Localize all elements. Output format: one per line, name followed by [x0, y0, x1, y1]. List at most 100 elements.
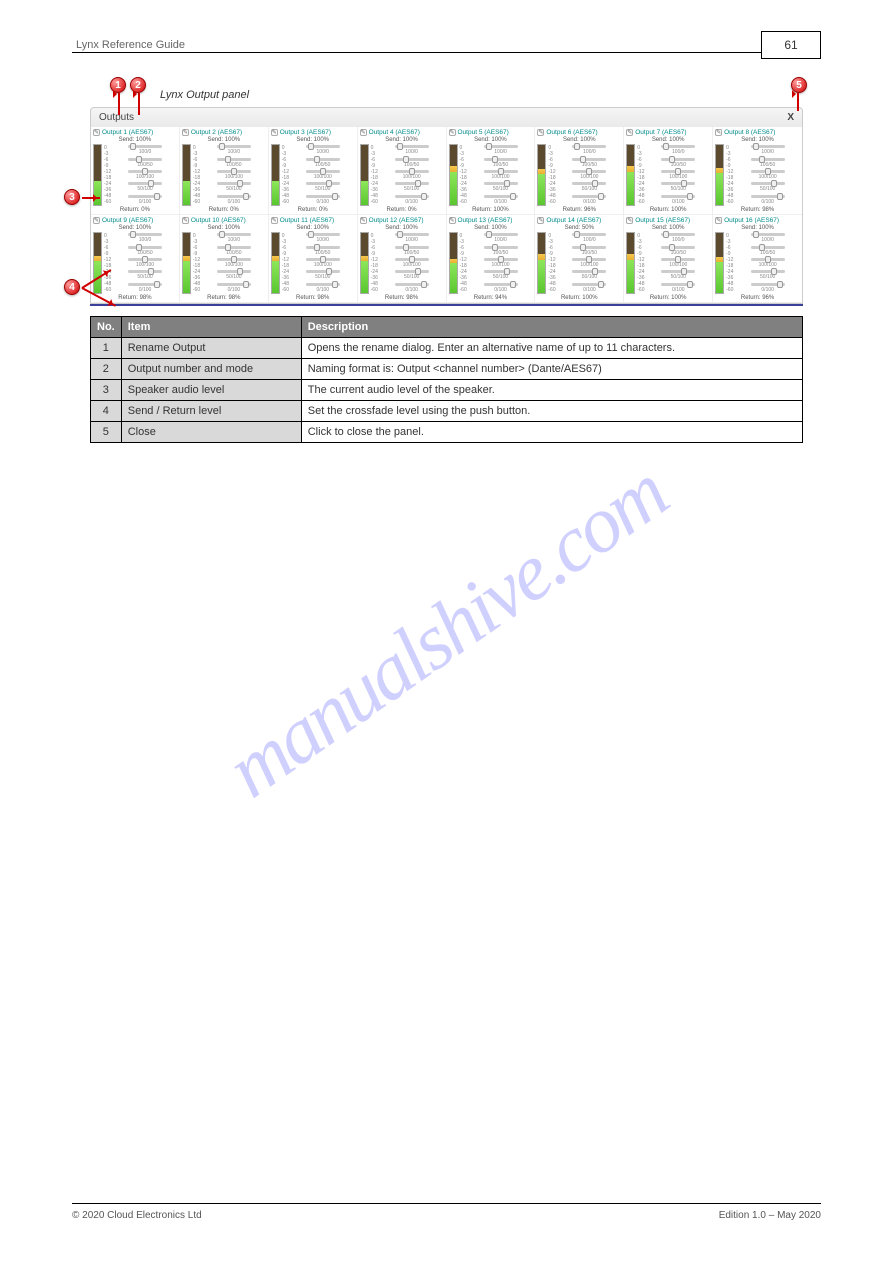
crossfade-slider[interactable]: 0/100	[749, 283, 787, 293]
crossfade-slider[interactable]: 100/0	[749, 145, 787, 155]
crossfade-slider[interactable]: 50/100	[126, 182, 164, 192]
crossfade-slider[interactable]: 50/100	[749, 270, 787, 280]
crossfade-slider[interactable]: 100/0	[126, 145, 164, 155]
crossfade-slider[interactable]: 0/100	[570, 283, 608, 293]
crossfade-slider[interactable]: 0/100	[749, 195, 787, 205]
crossfade-slider[interactable]: 100/100	[304, 258, 342, 268]
crossfade-slider[interactable]: 100/0	[126, 233, 164, 243]
crossfade-slider[interactable]: 100/100	[393, 258, 431, 268]
crossfade-slider[interactable]: 0/100	[215, 283, 253, 293]
crossfade-slider[interactable]: 100/50	[749, 158, 787, 168]
crossfade-slider[interactable]: 100/0	[393, 233, 431, 243]
crossfade-slider[interactable]: 50/100	[215, 270, 253, 280]
crossfade-slider[interactable]: 0/100	[126, 283, 164, 293]
crossfade-slider[interactable]: 100/0	[215, 145, 253, 155]
crossfade-slider[interactable]: 100/100	[749, 258, 787, 268]
crossfade-slider[interactable]: 100/50	[126, 158, 164, 168]
crossfade-slider[interactable]: 50/100	[570, 182, 608, 192]
crossfade-slider[interactable]: 50/100	[659, 270, 697, 280]
crossfade-slider[interactable]: 100/0	[482, 233, 520, 243]
rename-output-icon[interactable]	[715, 129, 722, 136]
crossfade-slider[interactable]: 100/50	[659, 246, 697, 256]
crossfade-slider[interactable]: 100/100	[659, 170, 697, 180]
crossfade-slider[interactable]: 100/50	[393, 158, 431, 168]
crossfade-slider[interactable]: 100/50	[749, 246, 787, 256]
crossfade-slider[interactable]: 0/100	[659, 195, 697, 205]
crossfade-slider[interactable]: 100/50	[659, 158, 697, 168]
rename-output-icon[interactable]	[537, 217, 544, 224]
crossfade-slider[interactable]: 100/100	[482, 170, 520, 180]
crossfade-slider[interactable]: 100/100	[215, 258, 253, 268]
crossfade-slider[interactable]: 100/0	[482, 145, 520, 155]
crossfade-slider[interactable]: 100/50	[215, 246, 253, 256]
crossfade-slider[interactable]: 100/0	[659, 145, 697, 155]
rename-output-icon[interactable]	[93, 217, 100, 224]
rename-output-icon[interactable]	[449, 129, 456, 136]
crossfade-slider[interactable]: 0/100	[659, 283, 697, 293]
crossfade-slider[interactable]: 100/100	[570, 258, 608, 268]
rename-output-icon[interactable]	[93, 129, 100, 136]
crossfade-slider[interactable]: 100/100	[126, 258, 164, 268]
crossfade-slider[interactable]: 100/100	[393, 170, 431, 180]
crossfade-slider[interactable]: 100/100	[749, 170, 787, 180]
crossfade-slider[interactable]: 100/0	[659, 233, 697, 243]
crossfade-slider[interactable]: 100/100	[659, 258, 697, 268]
crossfade-slider[interactable]: 50/100	[304, 270, 342, 280]
crossfade-slider[interactable]: 100/0	[749, 233, 787, 243]
close-icon[interactable]: X	[787, 112, 794, 123]
crossfade-slider[interactable]: 50/100	[304, 182, 342, 192]
rename-output-icon[interactable]	[271, 217, 278, 224]
crossfade-slider[interactable]: 100/0	[393, 145, 431, 155]
crossfade-slider[interactable]: 100/100	[215, 170, 253, 180]
crossfade-slider[interactable]: 100/100	[570, 170, 608, 180]
crossfade-slider[interactable]: 0/100	[393, 283, 431, 293]
crossfade-slider[interactable]: 50/100	[482, 270, 520, 280]
rename-output-icon[interactable]	[626, 217, 633, 224]
crossfade-slider[interactable]: 50/100	[749, 182, 787, 192]
crossfade-slider[interactable]: 100/50	[126, 246, 164, 256]
crossfade-slider[interactable]: 100/100	[482, 258, 520, 268]
crossfade-slider[interactable]: 100/50	[570, 158, 608, 168]
crossfade-slider[interactable]: 50/100	[659, 182, 697, 192]
rename-output-icon[interactable]	[182, 129, 189, 136]
rename-output-icon[interactable]	[182, 217, 189, 224]
crossfade-slider[interactable]: 0/100	[215, 195, 253, 205]
crossfade-slider[interactable]: 50/100	[215, 182, 253, 192]
crossfade-slider[interactable]: 50/100	[570, 270, 608, 280]
rename-output-icon[interactable]	[360, 217, 367, 224]
crossfade-slider[interactable]: 100/50	[393, 246, 431, 256]
crossfade-slider[interactable]: 50/100	[393, 182, 431, 192]
crossfade-slider[interactable]: 0/100	[304, 195, 342, 205]
crossfade-slider[interactable]: 50/100	[482, 182, 520, 192]
output-return-label: Return: 0%	[182, 207, 266, 213]
rename-output-icon[interactable]	[449, 217, 456, 224]
crossfade-slider[interactable]: 100/50	[304, 158, 342, 168]
crossfade-slider[interactable]: 100/0	[304, 145, 342, 155]
rename-output-icon[interactable]	[626, 129, 633, 136]
crossfade-slider[interactable]: 100/0	[570, 145, 608, 155]
crossfade-slider[interactable]: 100/100	[304, 170, 342, 180]
crossfade-slider[interactable]: 0/100	[482, 195, 520, 205]
rename-output-icon[interactable]	[537, 129, 544, 136]
crossfade-slider[interactable]: 100/50	[570, 246, 608, 256]
crossfade-slider[interactable]: 100/0	[570, 233, 608, 243]
rename-output-icon[interactable]	[271, 129, 278, 136]
callout-description-table: No. Item Description 1Rename OutputOpens…	[90, 316, 803, 443]
crossfade-slider[interactable]: 100/50	[215, 158, 253, 168]
crossfade-slider[interactable]: 50/100	[393, 270, 431, 280]
crossfade-slider[interactable]: 100/50	[482, 158, 520, 168]
crossfade-slider[interactable]: 0/100	[126, 195, 164, 205]
rename-output-icon[interactable]	[360, 129, 367, 136]
crossfade-slider[interactable]: 50/100	[126, 270, 164, 280]
crossfade-slider[interactable]: 100/50	[304, 246, 342, 256]
crossfade-slider[interactable]: 0/100	[393, 195, 431, 205]
crossfade-slider[interactable]: 0/100	[570, 195, 608, 205]
crossfade-slider[interactable]: 0/100	[304, 283, 342, 293]
crossfade-slider[interactable]: 100/0	[304, 233, 342, 243]
crossfade-slider[interactable]: 0/100	[482, 283, 520, 293]
crossfade-slider[interactable]: 100/50	[482, 246, 520, 256]
output-send-label: Send: 100%	[93, 225, 177, 231]
crossfade-slider[interactable]: 100/0	[215, 233, 253, 243]
rename-output-icon[interactable]	[715, 217, 722, 224]
crossfade-slider[interactable]: 100/100	[126, 170, 164, 180]
